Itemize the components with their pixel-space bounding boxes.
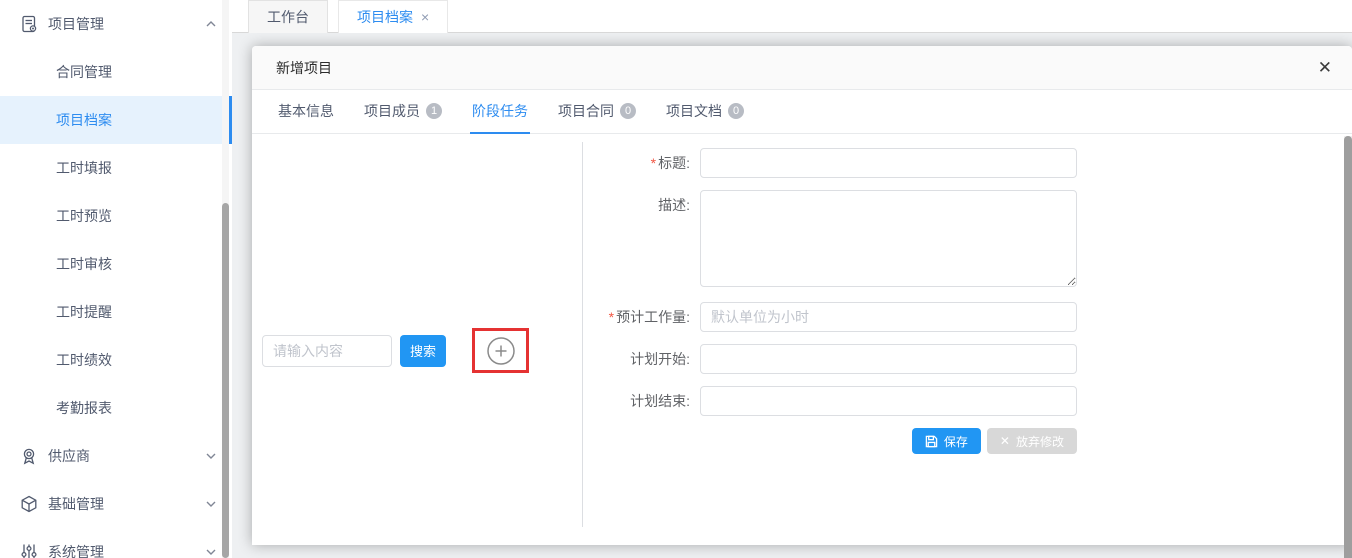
tab-project-members[interactable]: 项目成员 1 [362, 90, 444, 134]
tab-label: 项目合同 [558, 101, 614, 121]
tab-label: 项目文档 [666, 101, 722, 121]
form-row-plan-end: 计划结束: [583, 386, 1352, 416]
sidebar-item-basic-management[interactable]: 基础管理 [0, 480, 232, 528]
sidebar-item-label: 基础管理 [48, 494, 104, 514]
sidebar-item-supplier[interactable]: 供应商 [0, 432, 232, 480]
sidebar-item-label: 考勤报表 [56, 398, 112, 418]
required-mark: * [609, 309, 614, 325]
title-input[interactable] [700, 148, 1077, 178]
tab-label: 阶段任务 [472, 101, 528, 121]
sidebar-item-attendance-report[interactable]: 考勤报表 [0, 384, 232, 432]
panel-scrollbar-thumb[interactable] [1344, 136, 1352, 558]
sidebar-item-timesheet-performance[interactable]: 工时绩效 [0, 336, 232, 384]
close-icon[interactable]: ✕ [1314, 56, 1336, 80]
field-label: *标题: [583, 148, 700, 178]
sliders-icon [20, 543, 38, 558]
plus-circle-icon [486, 336, 516, 366]
tab-project-contracts[interactable]: 项目合同 0 [556, 90, 638, 134]
sidebar: 项目管理 合同管理 项目档案 工时填报 工时预览 工时审核 工时提醒 工时绩效 … [0, 0, 232, 558]
search-button[interactable]: 搜索 [400, 335, 446, 367]
sidebar-item-project-archive[interactable]: 项目档案 [0, 96, 232, 144]
task-form: *标题: 描述: *预计工作量: 计划开始: 计划结束: [583, 148, 1352, 454]
sidebar-item-label: 工时绩效 [56, 350, 112, 370]
chevron-down-icon [206, 453, 216, 459]
sidebar-item-system-management[interactable]: 系统管理 [0, 528, 232, 558]
tab-label: 基本信息 [278, 101, 334, 121]
sidebar-item-label: 工时填报 [56, 158, 112, 178]
panel-tabs: 基本信息 项目成员 1 阶段任务 项目合同 0 项目文档 0 [252, 90, 1352, 134]
tab-label: 项目档案 [357, 1, 413, 33]
field-label: *预计工作量: [583, 302, 700, 332]
tab-label: 工作台 [267, 1, 309, 33]
tab-label: 项目成员 [364, 101, 420, 121]
sidebar-item-timesheet-preview[interactable]: 工时预览 [0, 192, 232, 240]
chevron-down-icon [206, 549, 216, 555]
sidebar-item-timesheet-audit[interactable]: 工时审核 [0, 240, 232, 288]
chevron-down-icon [206, 501, 216, 507]
save-icon [925, 435, 938, 448]
sidebar-item-label: 项目管理 [48, 14, 104, 34]
panel-header: 新增项目 ✕ [252, 46, 1352, 90]
description-textarea[interactable] [700, 190, 1077, 287]
tab-project-documents[interactable]: 项目文档 0 [664, 90, 746, 134]
sidebar-item-contract-management[interactable]: 合同管理 [0, 48, 232, 96]
panel-body: 搜索 *标题: 描述: [252, 134, 1352, 545]
plan-end-input[interactable] [700, 386, 1077, 416]
sidebar-item-label: 工时提醒 [56, 302, 112, 322]
cube-icon [20, 495, 38, 513]
chevron-up-icon [206, 21, 216, 27]
close-icon: ✕ [1000, 434, 1010, 448]
award-icon [20, 447, 38, 465]
form-row-plan-start: 计划开始: [583, 344, 1352, 374]
field-label: 描述: [583, 190, 700, 287]
project-icon [20, 15, 38, 33]
count-badge: 1 [426, 103, 442, 119]
tab-stage-tasks[interactable]: 阶段任务 [470, 90, 530, 134]
count-badge: 0 [620, 103, 636, 119]
discard-label: 放弃修改 [1016, 433, 1064, 450]
form-actions: 保存 ✕ 放弃修改 [583, 428, 1077, 454]
search-input[interactable] [262, 335, 392, 367]
page-tabstrip: 工作台 项目档案 × [232, 0, 1352, 33]
save-label: 保存 [944, 433, 968, 450]
required-mark: * [651, 155, 656, 171]
form-row-workload: *预计工作量: [583, 302, 1352, 332]
sidebar-item-timesheet-remind[interactable]: 工时提醒 [0, 288, 232, 336]
task-list-panel: 搜索 [252, 134, 582, 545]
panel-title: 新增项目 [276, 58, 332, 78]
add-task-button[interactable] [486, 336, 516, 366]
count-badge: 0 [728, 103, 744, 119]
sidebar-item-label: 工时审核 [56, 254, 112, 274]
sidebar-item-label: 系统管理 [48, 542, 104, 558]
highlight-rectangle [472, 328, 529, 373]
sidebar-item-label: 合同管理 [56, 62, 112, 82]
workload-input[interactable] [700, 302, 1077, 332]
plan-start-input[interactable] [700, 344, 1077, 374]
new-project-panel: 新增项目 ✕ 基本信息 项目成员 1 阶段任务 项目合同 0 项目文档 0 搜索 [252, 46, 1352, 545]
tab-close-icon[interactable]: × [421, 1, 429, 33]
sidebar-item-timesheet-fill[interactable]: 工时填报 [0, 144, 232, 192]
sidebar-scrollbar-thumb[interactable] [222, 203, 229, 558]
sidebar-item-label: 工时预览 [56, 206, 112, 226]
sidebar-item-label: 供应商 [48, 446, 90, 466]
tab-project-archive[interactable]: 项目档案 × [338, 0, 448, 33]
field-label: 计划结束: [583, 386, 700, 416]
discard-changes-button[interactable]: ✕ 放弃修改 [987, 428, 1077, 454]
sidebar-item-label: 项目档案 [56, 110, 112, 130]
tab-basic-info[interactable]: 基本信息 [276, 90, 336, 134]
tab-workbench[interactable]: 工作台 [248, 0, 328, 33]
sidebar-item-project-management[interactable]: 项目管理 [0, 0, 232, 48]
field-label: 计划开始: [583, 344, 700, 374]
form-row-description: 描述: [583, 190, 1352, 287]
form-row-title: *标题: [583, 148, 1352, 178]
save-button[interactable]: 保存 [912, 428, 981, 454]
